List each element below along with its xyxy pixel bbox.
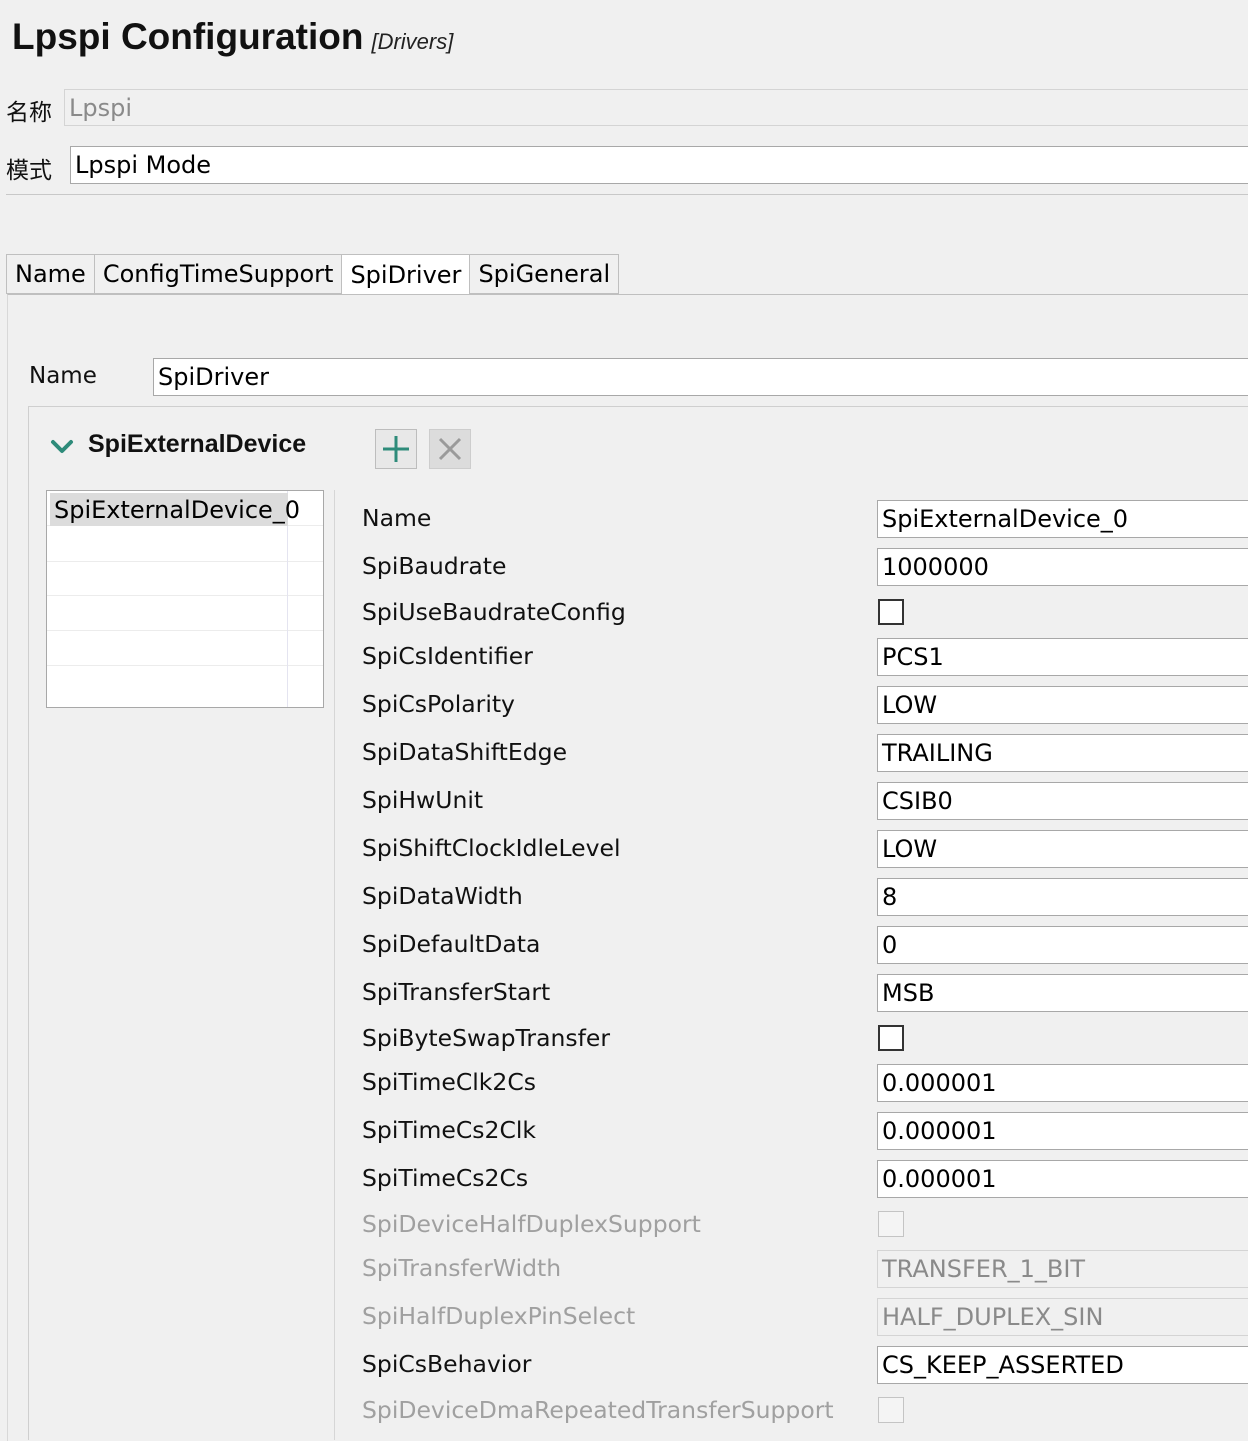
plus-icon bbox=[383, 436, 409, 462]
prop-field-spidefaultdata[interactable]: 0 bbox=[877, 926, 1248, 964]
close-icon bbox=[438, 437, 462, 461]
tab-spi-driver[interactable]: SpiDriver bbox=[341, 254, 470, 296]
prop-label-spiusebaudrateconfig: SpiUseBaudrateConfig bbox=[362, 598, 626, 626]
prop-label-spitimeclk2cs: SpiTimeClk2Cs bbox=[362, 1068, 537, 1096]
prop-field-spibaudrate[interactable]: 1000000 bbox=[877, 548, 1248, 586]
prop-field-spitimecs2cs[interactable]: 0.000001 bbox=[877, 1160, 1248, 1198]
add-button[interactable] bbox=[375, 429, 417, 469]
prop-label-spitimecs2clk: SpiTimeCs2Clk bbox=[362, 1116, 537, 1144]
prop-checkbox-spiusebaudrateconfig[interactable] bbox=[878, 599, 904, 625]
name-label: 名称 bbox=[6, 100, 52, 126]
prop-field-spicspolarity[interactable]: LOW bbox=[877, 686, 1248, 724]
prop-label-spihwunit: SpiHwUnit bbox=[362, 786, 484, 814]
prop-field-spihalfduplexpinselect: HALF_DUPLEX_SIN bbox=[877, 1298, 1248, 1336]
prop-label-spicsbehavior: SpiCsBehavior bbox=[362, 1350, 532, 1378]
list-item-selected[interactable]: SpiExternalDevice_0 bbox=[50, 493, 300, 526]
prop-label-spitransferwidth: SpiTransferWidth bbox=[362, 1254, 562, 1282]
prop-field-spitransferstart[interactable]: MSB bbox=[877, 974, 1248, 1012]
prop-label-spidatashiftedge: SpiDataShiftEdge bbox=[362, 738, 568, 766]
prop-field-spidatawidth[interactable]: 8 bbox=[877, 878, 1248, 916]
tab-config-time-support[interactable]: ConfigTimeSupport bbox=[93, 254, 342, 294]
prop-field-spihwunit[interactable]: CSIB0 bbox=[877, 782, 1248, 820]
prop-label-name: Name bbox=[362, 504, 432, 532]
list-item-empty bbox=[47, 527, 323, 562]
driver-name-label: Name bbox=[29, 363, 97, 389]
prop-field-name[interactable]: SpiExternalDevice_0 bbox=[877, 500, 1248, 538]
mode-label: 模式 bbox=[6, 158, 52, 184]
prop-label-spihalfduplexpinselect: SpiHalfDuplexPinSelect bbox=[362, 1302, 636, 1330]
prop-field-spicsidentifier[interactable]: PCS1 bbox=[877, 638, 1248, 676]
list-item-empty bbox=[47, 596, 323, 631]
prop-label-spishiftclockidlelevel: SpiShiftClockIdleLevel bbox=[362, 834, 621, 862]
delete-button[interactable] bbox=[429, 429, 471, 469]
list-properties-divider bbox=[334, 490, 335, 1440]
tab-spi-general[interactable]: SpiGeneral bbox=[469, 254, 620, 294]
prop-checkbox-spidevicehalfduplexsupport bbox=[878, 1211, 904, 1237]
header-divider bbox=[6, 194, 1248, 195]
prop-checkbox-spibyteswaptransfer[interactable] bbox=[878, 1025, 904, 1051]
chevron-down-icon[interactable] bbox=[48, 432, 76, 460]
mode-field[interactable]: Lpspi Mode bbox=[70, 146, 1248, 184]
prop-label-spidevicehalfduplexsupport: SpiDeviceHalfDuplexSupport bbox=[362, 1210, 701, 1238]
prop-field-spitimeclk2cs[interactable]: 0.000001 bbox=[877, 1064, 1248, 1102]
prop-label-spidefaultdata: SpiDefaultData bbox=[362, 930, 541, 958]
title-subtitle: [Drivers] bbox=[371, 29, 454, 54]
prop-checkbox-spidevicedmarepeatedtransfersupport bbox=[878, 1397, 904, 1423]
prop-field-spitimecs2clk[interactable]: 0.000001 bbox=[877, 1112, 1248, 1150]
title-text: Lpspi Configuration bbox=[12, 16, 364, 57]
name-field: Lpspi bbox=[64, 89, 1248, 126]
prop-field-spicsbehavior[interactable]: CS_KEEP_ASSERTED bbox=[877, 1346, 1248, 1384]
prop-label-spidatawidth: SpiDataWidth bbox=[362, 882, 523, 910]
list-item-empty bbox=[47, 666, 323, 700]
prop-label-spicsidentifier: SpiCsIdentifier bbox=[362, 642, 533, 670]
prop-label-spitimecs2cs: SpiTimeCs2Cs bbox=[362, 1164, 529, 1192]
section-title[interactable]: SpiExternalDevice bbox=[88, 430, 306, 459]
list-item-empty bbox=[47, 561, 323, 596]
driver-name-field[interactable]: SpiDriver bbox=[153, 358, 1248, 396]
prop-label-spicspolarity: SpiCsPolarity bbox=[362, 690, 515, 718]
tab-bar: Name ConfigTimeSupport SpiDriver SpiGene… bbox=[6, 254, 620, 296]
tab-name[interactable]: Name bbox=[6, 254, 94, 294]
prop-label-spibaudrate: SpiBaudrate bbox=[362, 552, 507, 580]
prop-field-spidatashiftedge[interactable]: TRAILING bbox=[877, 734, 1248, 772]
prop-label-spibyteswaptransfer: SpiByteSwapTransfer bbox=[362, 1024, 611, 1052]
page-title: Lpspi Configuration [Drivers] bbox=[12, 16, 453, 58]
prop-label-spidevicedmarepeatedtransfersupport: SpiDeviceDmaRepeatedTransferSupport bbox=[362, 1396, 834, 1424]
prop-field-spishiftclockidlelevel[interactable]: LOW bbox=[877, 830, 1248, 868]
prop-label-spitransferstart: SpiTransferStart bbox=[362, 978, 551, 1006]
list-item-empty bbox=[47, 631, 323, 666]
prop-field-spitransferwidth: TRANSFER_1_BIT bbox=[877, 1250, 1248, 1288]
